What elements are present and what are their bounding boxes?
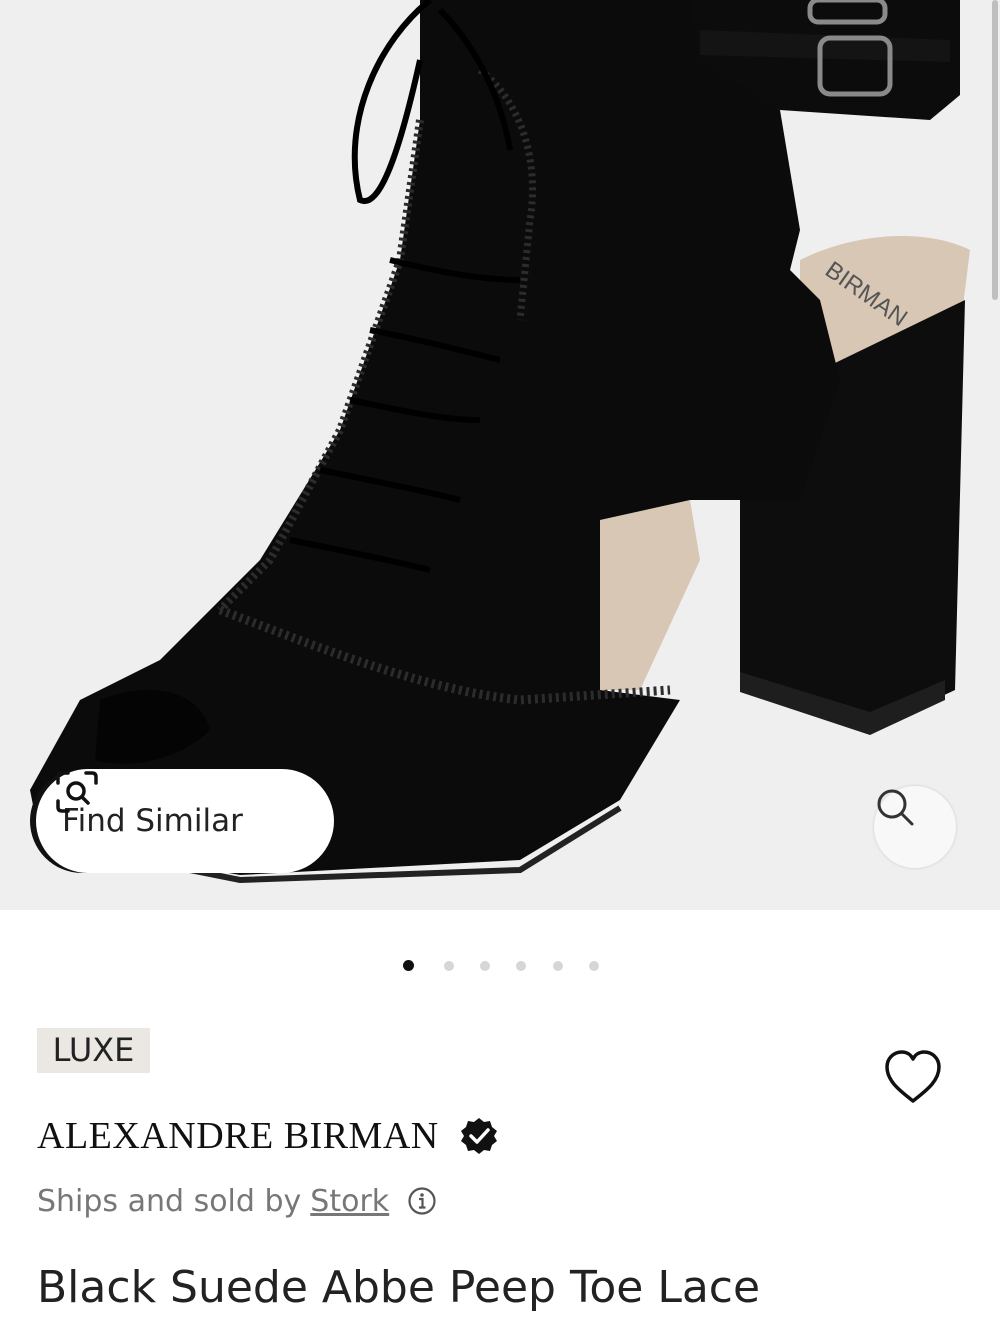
carousel-dot[interactable]: [480, 961, 490, 971]
luxe-badge: LUXE: [37, 1028, 150, 1073]
seller-link[interactable]: Stork: [310, 1184, 389, 1219]
brand-row: ALEXANDRE BIRMAN: [37, 1108, 499, 1164]
carousel-dot-active[interactable]: [403, 960, 414, 971]
find-similar-button[interactable]: Find Similar: [36, 769, 334, 873]
heart-outline-icon[interactable]: [882, 1048, 944, 1106]
carousel-dot[interactable]: [516, 961, 526, 971]
info-circle-icon[interactable]: [407, 1186, 437, 1216]
brand-name[interactable]: ALEXANDRE BIRMAN: [37, 1114, 439, 1158]
product-title: Black Suede Abbe Peep Toe Lace: [37, 1262, 761, 1313]
camera-search-icon: [56, 771, 98, 813]
verified-badge-icon: [460, 1118, 497, 1154]
scrollbar[interactable]: [992, 0, 998, 300]
magnifier-icon: [877, 789, 914, 826]
carousel-dot[interactable]: [589, 961, 599, 971]
seller-prefix: Ships and sold by: [37, 1183, 302, 1219]
carousel-dot[interactable]: [553, 961, 563, 971]
zoom-button[interactable]: [874, 786, 956, 868]
carousel-indicator: [0, 958, 1000, 974]
seller-row: Ships and sold by Stork: [37, 1180, 437, 1222]
product-image-gallery[interactable]: BIRMAN Find Similar: [0, 0, 1000, 910]
carousel-dot[interactable]: [444, 961, 454, 971]
